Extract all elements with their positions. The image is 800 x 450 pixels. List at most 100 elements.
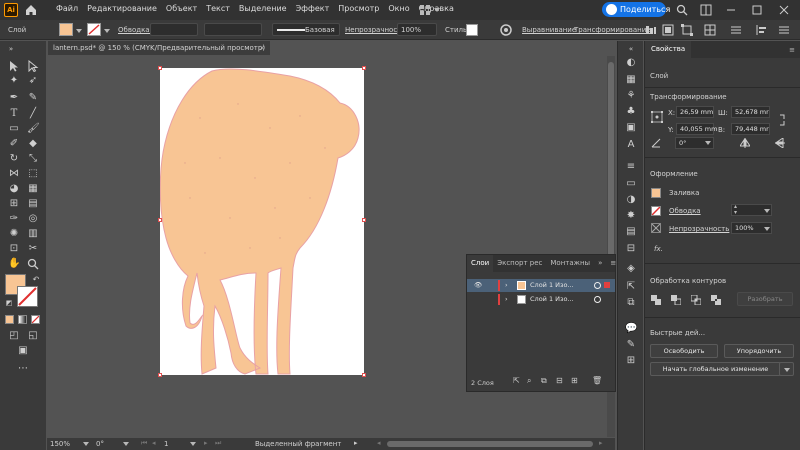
artboard-anchor[interactable] bbox=[362, 373, 366, 377]
css-icon[interactable]: ✎ bbox=[625, 339, 637, 351]
layout-chevron-icon[interactable] bbox=[434, 8, 440, 12]
menu-select[interactable]: Выделение bbox=[239, 4, 287, 13]
expand-arrow-icon[interactable]: › bbox=[505, 279, 508, 292]
layers-panel-icon[interactable]: ◈ bbox=[625, 263, 637, 275]
clipping-mask-icon[interactable]: ⧉ bbox=[541, 376, 547, 386]
angle-chevron-icon[interactable] bbox=[705, 141, 711, 145]
menu-more-icon[interactable] bbox=[778, 24, 790, 36]
symbols-icon[interactable]: ♣ bbox=[625, 106, 637, 118]
search-icon[interactable] bbox=[676, 4, 688, 16]
brush-dropdown[interactable]: Базовая bbox=[272, 23, 340, 36]
height-field[interactable]: 79,448 mr bbox=[731, 123, 770, 135]
transparency-icon[interactable]: ◑ bbox=[625, 194, 637, 206]
draw-mode-icon[interactable]: ◰ bbox=[8, 330, 20, 342]
links-icon[interactable]: 💬 bbox=[625, 323, 637, 335]
unite-icon[interactable] bbox=[651, 295, 661, 305]
eraser-tool-icon[interactable]: ◆ bbox=[27, 138, 39, 150]
stroke-label[interactable]: Обводка bbox=[669, 207, 701, 215]
curvature-tool-icon[interactable]: ✎ bbox=[27, 92, 39, 104]
hand-tool-icon[interactable]: ✋ bbox=[8, 258, 20, 270]
intersect-icon[interactable] bbox=[690, 294, 702, 306]
layer-name[interactable]: Слой 1 Изо... bbox=[530, 293, 574, 306]
type-tool-icon[interactable]: T bbox=[8, 108, 20, 120]
fill-label[interactable]: Заливка bbox=[669, 189, 699, 197]
collapse-icon[interactable]: » bbox=[5, 43, 17, 55]
minimize-icon[interactable] bbox=[725, 4, 737, 16]
menu-edit[interactable]: Редактирование bbox=[87, 4, 157, 13]
width-tool-icon[interactable]: ⋈ bbox=[8, 168, 20, 180]
mesh-tool-icon[interactable]: ⊞ bbox=[8, 198, 20, 210]
arrange-button[interactable]: Упорядочить bbox=[724, 344, 794, 358]
recolor-icon[interactable] bbox=[500, 24, 512, 36]
stroke-swatch[interactable] bbox=[87, 23, 101, 36]
y-field[interactable]: 40,055 mm bbox=[676, 123, 717, 135]
opacity-icon[interactable] bbox=[651, 223, 661, 233]
artboard-anchor[interactable] bbox=[158, 66, 162, 70]
panels-icon[interactable] bbox=[700, 4, 712, 16]
flip-vertical-icon[interactable] bbox=[775, 137, 785, 149]
slice-tool-icon[interactable]: ✂ bbox=[27, 243, 39, 255]
panel-expand-icon[interactable]: » bbox=[594, 255, 606, 272]
status-arrow-icon[interactable]: ▸ bbox=[354, 439, 358, 447]
lantern-artwork[interactable] bbox=[160, 68, 364, 375]
opacity-chevron-icon[interactable] bbox=[764, 227, 770, 231]
width-field[interactable]: 52,678 mr bbox=[731, 106, 770, 118]
artboard-anchor[interactable] bbox=[158, 373, 162, 377]
gradient-panel-icon[interactable]: ▭ bbox=[625, 178, 637, 190]
transform-link[interactable]: Трансформирование bbox=[574, 26, 651, 34]
style-swatch[interactable] bbox=[466, 24, 478, 36]
next-artboard-icon[interactable]: ▸ bbox=[204, 439, 208, 447]
artboards-icon[interactable]: ⧉ bbox=[625, 297, 637, 309]
none-mode-icon[interactable] bbox=[31, 315, 40, 324]
minus-front-icon[interactable] bbox=[671, 295, 682, 306]
symbol-sprayer-tool-icon[interactable]: ✺ bbox=[8, 228, 20, 240]
last-artboard-icon[interactable]: ⏭ bbox=[215, 439, 221, 448]
eyedropper-tool-icon[interactable]: ✑ bbox=[8, 213, 20, 225]
rotation-value[interactable]: 0° bbox=[96, 440, 104, 448]
stroke-dropdown-chevron-icon[interactable] bbox=[104, 29, 110, 33]
comments-icon[interactable]: ⊞ bbox=[625, 355, 637, 367]
menu-type[interactable]: Текст bbox=[206, 4, 230, 13]
selection-tool-icon[interactable] bbox=[8, 60, 20, 72]
isolate-icon[interactable] bbox=[662, 24, 674, 36]
graphic-style-icon[interactable]: ▤ bbox=[625, 226, 637, 238]
tab-properties[interactable]: Свойства bbox=[645, 41, 692, 58]
menu-view[interactable]: Просмотр bbox=[338, 4, 379, 13]
menu-window[interactable]: Окно bbox=[388, 4, 409, 13]
link-proportions-icon[interactable] bbox=[778, 114, 786, 126]
artboard-anchor[interactable] bbox=[158, 218, 162, 222]
new-sublayer-icon[interactable]: ⊟ bbox=[556, 376, 563, 385]
tab-layers[interactable]: Слои bbox=[467, 255, 494, 272]
artboard-chevron-icon[interactable] bbox=[190, 442, 196, 446]
target-icon[interactable] bbox=[594, 296, 601, 303]
tab-artboards[interactable]: Монтажны bbox=[546, 255, 594, 272]
align-left-icon[interactable] bbox=[756, 24, 768, 36]
paintbrush-tool-icon[interactable]: 🖌 bbox=[27, 123, 40, 135]
zoom-level[interactable]: 150% bbox=[50, 440, 70, 448]
global-edit-button[interactable]: Начать глобальное изменение bbox=[650, 362, 781, 376]
fill-swatch[interactable] bbox=[651, 188, 661, 198]
stroke-label[interactable]: Обводка: bbox=[118, 26, 152, 34]
flip-horizontal-icon[interactable] bbox=[739, 138, 751, 148]
lasso-tool-icon[interactable]: ➶ bbox=[27, 75, 39, 87]
align-panel-icon[interactable]: ⊟ bbox=[625, 243, 637, 255]
stroke-color-swatch[interactable] bbox=[17, 286, 38, 307]
line-tool-icon[interactable]: ╱ bbox=[27, 108, 39, 120]
visibility-icon[interactable]: 👁 bbox=[474, 279, 482, 292]
target-icon[interactable] bbox=[594, 282, 601, 289]
fill-swatch[interactable] bbox=[59, 23, 73, 36]
variable-width-field[interactable] bbox=[204, 23, 262, 36]
appearance-icon[interactable]: ✸ bbox=[625, 210, 637, 222]
stroke-weight-chevron-icon[interactable] bbox=[764, 209, 770, 213]
color-mode-icon[interactable] bbox=[5, 315, 14, 324]
column-graph-tool-icon[interactable]: ▥ bbox=[27, 228, 39, 240]
locate-object-icon[interactable]: ⌕ bbox=[527, 376, 531, 386]
document-tab[interactable]: lantern.psd* @ 150 % (CMYK/Предварительн… bbox=[48, 41, 270, 55]
expand-arrow-icon[interactable]: › bbox=[505, 293, 508, 306]
selection-indicator[interactable] bbox=[604, 282, 610, 288]
scale-tool-icon[interactable]: ⤡ bbox=[27, 153, 39, 165]
artboard-anchor[interactable] bbox=[362, 66, 366, 70]
graphic-styles-icon[interactable]: ▣ bbox=[625, 122, 637, 134]
draw-behind-icon[interactable]: ◱ bbox=[27, 330, 39, 342]
prev-artboard-icon[interactable]: ◂ bbox=[152, 439, 156, 447]
